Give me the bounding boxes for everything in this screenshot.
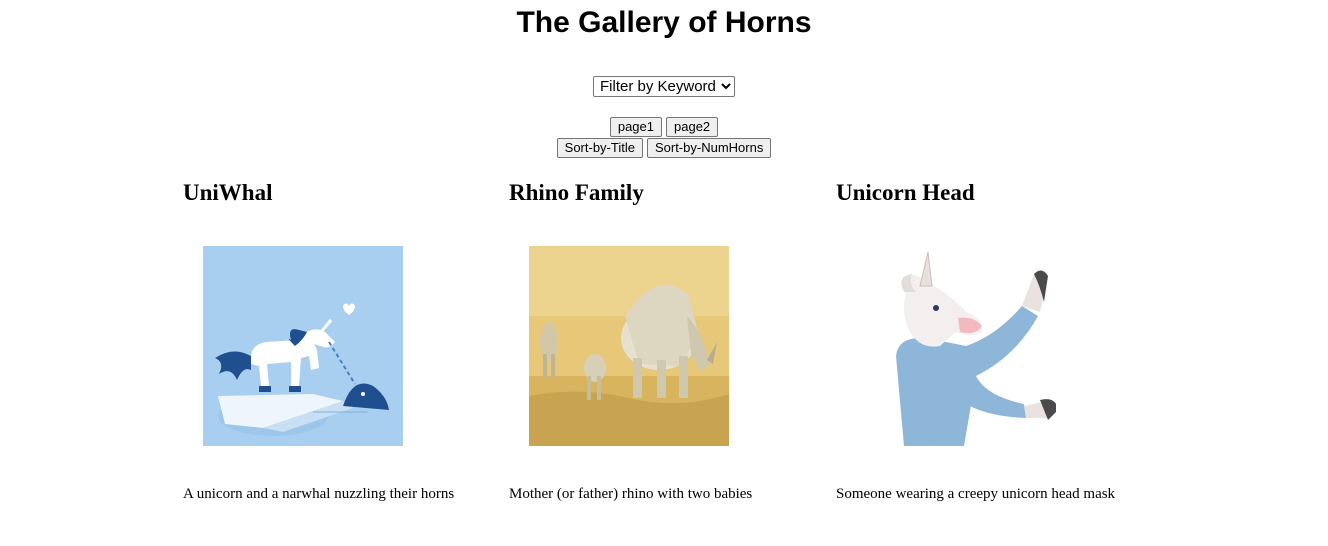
sort-by-numhorns-button[interactable]: Sort-by-NumHorns — [646, 138, 772, 158]
sort-buttons: Sort-by-Title Sort-by-NumHorns — [0, 138, 1328, 158]
horn-card-rhino-family: Rhino Family Mother (or father) rhino wi… — [509, 178, 829, 502]
keyword-filter-select[interactable]: Filter by Keyword — [593, 76, 735, 97]
unicorn-narwhal-illustration — [203, 246, 403, 446]
rhino-family-photo — [529, 246, 729, 446]
card-description: Someone wearing a creepy unicorn head ma… — [836, 486, 1116, 502]
card-title: Rhino Family — [509, 180, 644, 205]
sort-by-title-button[interactable]: Sort-by-Title — [556, 138, 643, 158]
card-title: UniWhal — [183, 180, 273, 205]
pagination-buttons: page1 page2 — [0, 117, 1328, 137]
page2-button[interactable]: page2 — [666, 117, 719, 137]
filter-container: Filter by Keyword — [0, 76, 1328, 97]
card-image — [529, 246, 729, 446]
page-title: The Gallery of Horns — [516, 6, 812, 39]
card-description: Mother (or father) rhino with two babies — [509, 486, 753, 502]
card-description: A unicorn and a narwhal nuzzling their h… — [183, 486, 455, 502]
card-image — [856, 246, 1056, 446]
horn-card-unicorn-head: Unicorn Head Someone wearing a creepy un… — [836, 178, 1156, 502]
unicorn-mask-person-photo — [856, 246, 1056, 446]
horn-card-uniwhal: UniWhal A unicorn and a narwhal nuzzling… — [183, 178, 503, 502]
card-title: Unicorn Head — [836, 180, 975, 205]
page1-button[interactable]: page1 — [609, 117, 662, 137]
card-image — [203, 246, 403, 446]
